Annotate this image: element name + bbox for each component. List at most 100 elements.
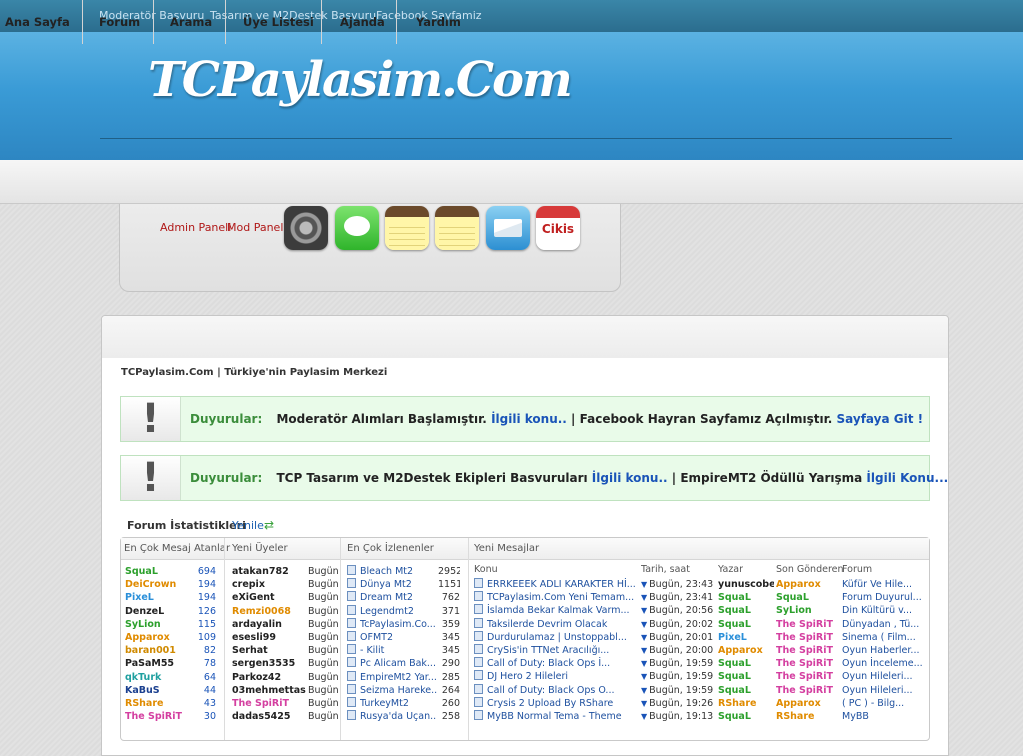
- settings-icon[interactable]: [284, 206, 328, 250]
- new-member-name[interactable]: 03mehmettas: [232, 684, 307, 697]
- top-poster-count[interactable]: 115: [196, 618, 216, 631]
- most-viewed-topic[interactable]: TcPaylasim.Co...: [347, 617, 437, 631]
- go-to-last-post-icon[interactable]: ▼: [641, 580, 647, 589]
- new-post-topic[interactable]: İslamda Bekar Kalmak Varm...: [474, 604, 636, 617]
- go-to-last-post-icon[interactable]: ▼: [641, 633, 647, 642]
- new-member-name[interactable]: Parkoz42: [232, 671, 307, 684]
- most-viewed-topic[interactable]: TurkeyMt2: [347, 697, 437, 710]
- mail-icon[interactable]: [486, 206, 530, 250]
- new-post-topic[interactable]: Taksilerde Devrim Olacak: [474, 617, 636, 631]
- new-post-author[interactable]: SquaL: [718, 657, 774, 670]
- new-post-last-sender[interactable]: The SpiRiT: [776, 631, 840, 644]
- new-post-last-sender[interactable]: The SpiRiT: [776, 644, 840, 657]
- top-poster-count[interactable]: 82: [196, 644, 216, 657]
- go-to-last-post-icon[interactable]: ▼: [641, 686, 647, 695]
- notes-icon[interactable]: [385, 206, 429, 250]
- top-poster-name[interactable]: SquaL: [125, 565, 195, 578]
- nav-help[interactable]: Yardım: [416, 0, 461, 44]
- new-post-author[interactable]: SquaL: [718, 684, 774, 697]
- top-poster-name[interactable]: baran001: [125, 644, 195, 657]
- nav-home[interactable]: Ana Sayfa: [5, 0, 70, 44]
- new-post-last-sender[interactable]: The SpiRiT: [776, 657, 840, 670]
- new-post-last-sender[interactable]: SquaL: [776, 591, 840, 604]
- admin-panel-link[interactable]: Admin Paneli: [160, 221, 231, 234]
- mod-panel-link[interactable]: Mod Paneli: [227, 221, 286, 234]
- top-poster-name[interactable]: DeiCrown: [125, 578, 195, 591]
- new-post-topic[interactable]: MyBB Normal Tema - Theme: [474, 710, 636, 723]
- top-poster-name[interactable]: SyLion: [125, 618, 195, 631]
- new-member-name[interactable]: eXiGent: [232, 591, 307, 604]
- nav-search[interactable]: Arama: [170, 0, 212, 44]
- new-post-author[interactable]: RShare: [718, 697, 774, 710]
- new-post-topic[interactable]: Durdurulamaz | Unstoppabl...: [474, 630, 636, 644]
- new-post-author[interactable]: SquaL: [718, 618, 774, 631]
- top-poster-name[interactable]: RShare: [125, 697, 195, 710]
- go-to-last-post-icon[interactable]: ▼: [641, 646, 647, 655]
- most-viewed-topic[interactable]: Dream Mt2: [347, 591, 437, 604]
- top-poster-count[interactable]: 64: [196, 671, 216, 684]
- top-poster-count[interactable]: 194: [196, 578, 216, 591]
- most-viewed-topic[interactable]: OFMT2: [347, 631, 437, 644]
- new-post-author[interactable]: PixeL: [718, 631, 774, 644]
- most-viewed-topic[interactable]: Pc Alicam Bak...: [347, 657, 437, 670]
- new-post-topic[interactable]: ERRKEEEK ADLI KARAKTER Hİ...: [474, 578, 636, 591]
- top-poster-count[interactable]: 78: [196, 657, 216, 670]
- top-poster-name[interactable]: PixeL: [125, 591, 195, 604]
- top-poster-name[interactable]: The SpiRiT: [125, 710, 195, 723]
- announcement-link[interactable]: İlgili konu..: [592, 471, 668, 485]
- most-viewed-topic[interactable]: Rusya'da Uçan...: [347, 710, 437, 723]
- new-post-topic[interactable]: CrySis'in TTNet Aracılığı...: [474, 644, 636, 657]
- new-post-forum[interactable]: Sinema ( Film...: [842, 631, 924, 644]
- new-post-author[interactable]: Apparox: [718, 644, 774, 657]
- new-post-last-sender[interactable]: Apparox: [776, 578, 840, 591]
- new-post-last-sender[interactable]: The SpiRiT: [776, 618, 840, 631]
- top-poster-count[interactable]: 43: [196, 697, 216, 710]
- exit-icon[interactable]: Cikis: [536, 206, 580, 250]
- top-poster-count[interactable]: 109: [196, 631, 216, 644]
- go-to-last-post-icon[interactable]: ▼: [641, 712, 647, 721]
- go-to-last-post-icon[interactable]: ▼: [641, 659, 647, 668]
- new-post-last-sender[interactable]: Apparox: [776, 697, 840, 710]
- most-viewed-topic[interactable]: Legendmt2: [347, 604, 437, 618]
- new-post-topic[interactable]: Call of Duty: Black Ops O...: [474, 683, 636, 697]
- most-viewed-topic[interactable]: - Kilit: [347, 644, 437, 657]
- new-post-forum[interactable]: Dünyadan , Tü...: [842, 618, 924, 631]
- top-poster-count[interactable]: 44: [196, 684, 216, 697]
- new-post-author[interactable]: SquaL: [718, 710, 774, 723]
- most-viewed-topic[interactable]: Seizma Hareke...: [347, 683, 437, 697]
- go-to-last-post-icon[interactable]: ▼: [641, 606, 647, 615]
- new-member-name[interactable]: ardayalin: [232, 618, 307, 631]
- new-member-name[interactable]: sergen3535: [232, 657, 307, 670]
- go-to-last-post-icon[interactable]: ▼: [641, 620, 647, 629]
- new-post-forum[interactable]: Küfür Ve Hile...: [842, 578, 924, 591]
- refresh-link[interactable]: Yenile: [232, 519, 264, 532]
- new-member-name[interactable]: atakan782: [232, 565, 307, 578]
- new-post-author[interactable]: SquaL: [718, 604, 774, 617]
- new-post-topic[interactable]: DJ Hero 2 Hileleri: [474, 670, 636, 683]
- new-post-author[interactable]: yunuscobe: [718, 578, 774, 591]
- most-viewed-topic[interactable]: EmpireMt2 Yar...: [347, 670, 437, 684]
- new-post-forum[interactable]: MyBB: [842, 710, 924, 723]
- top-poster-count[interactable]: 194: [196, 591, 216, 604]
- new-post-author[interactable]: SquaL: [718, 591, 774, 604]
- top-poster-count[interactable]: 30: [196, 710, 216, 723]
- refresh-icon[interactable]: ⇄: [264, 518, 274, 532]
- new-post-forum[interactable]: Forum Duyurul...: [842, 591, 924, 604]
- new-post-author[interactable]: SquaL: [718, 670, 774, 683]
- site-logo[interactable]: TCPaylasim.Com: [148, 52, 573, 108]
- new-post-last-sender[interactable]: SyLion: [776, 604, 840, 617]
- new-post-forum[interactable]: Oyun İnceleme...: [842, 657, 924, 670]
- top-poster-name[interactable]: qkTurk: [125, 671, 195, 684]
- most-viewed-topic[interactable]: Bleach Mt2: [347, 565, 437, 578]
- new-post-forum[interactable]: Oyun Hileleri...: [842, 684, 924, 697]
- most-viewed-topic[interactable]: Dünya Mt2: [347, 578, 437, 591]
- announcement-link[interactable]: İlgili konu..: [491, 412, 567, 426]
- new-member-name[interactable]: crepix: [232, 578, 307, 591]
- new-post-topic[interactable]: Crysis 2 Upload By RShare: [474, 696, 636, 710]
- new-member-name[interactable]: esesli99: [232, 631, 307, 644]
- new-post-last-sender[interactable]: The SpiRiT: [776, 670, 840, 683]
- nav-calendar[interactable]: Ajanda: [340, 0, 385, 44]
- top-poster-name[interactable]: KaBuS: [125, 684, 195, 697]
- new-post-forum[interactable]: Oyun Hileleri...: [842, 670, 924, 683]
- new-post-last-sender[interactable]: The SpiRiT: [776, 684, 840, 697]
